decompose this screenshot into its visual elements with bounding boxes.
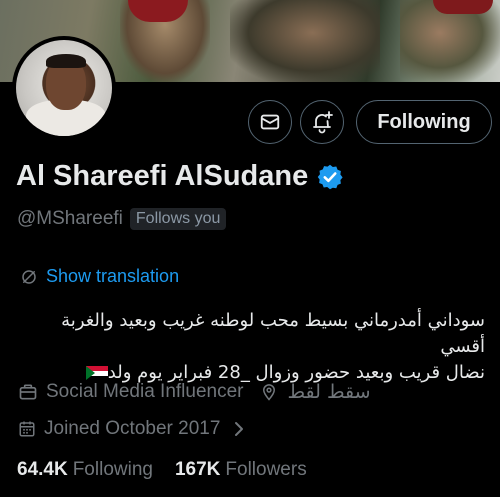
- follows-you-badge: Follows you: [129, 208, 227, 230]
- chevron-right-icon: [232, 420, 246, 438]
- display-name-text: Al Shareefi AlSudane: [16, 160, 309, 192]
- followers-stat[interactable]: 167K Followers: [175, 459, 307, 481]
- profile-location-text: سقط لقط: [287, 381, 371, 403]
- avatar-hair: [46, 54, 86, 68]
- translate-icon: [22, 269, 36, 284]
- profile-location: سقط لقط: [260, 381, 371, 403]
- user-handle: @MShareefi: [17, 208, 123, 229]
- calendar-icon: [18, 420, 36, 438]
- bell-plus-icon: [313, 111, 333, 134]
- profile-meta-row: Social Media Influencer سقط لقط: [18, 381, 371, 403]
- joined-date: Joined October 2017: [44, 418, 221, 439]
- notify-button[interactable]: [300, 100, 344, 144]
- bio: سوداني أمدرماني بسيط محب لوطنه غريب وبعي…: [15, 308, 485, 386]
- follow-stats: 64.4K Following 167K Followers: [17, 459, 307, 481]
- display-name: Al Shareefi AlSudane: [16, 160, 344, 193]
- banner-beret: [433, 0, 493, 14]
- verified-badge-icon[interactable]: [316, 163, 344, 191]
- briefcase-icon: [18, 382, 38, 402]
- bio-line: نضال قريب وبعيد حضور وزوال _28 فبراير يو…: [107, 362, 485, 383]
- avatar-image: [16, 40, 112, 136]
- sudan-flag-icon: [85, 365, 108, 381]
- avatar[interactable]: [12, 36, 116, 140]
- envelope-icon: [260, 114, 280, 130]
- profile-category: Social Media Influencer: [46, 381, 244, 402]
- following-stat[interactable]: 64.4K Following: [17, 459, 153, 481]
- following-label: Following: [72, 459, 153, 480]
- bio-line: سوداني أمدرماني بسيط محب لوطنه غريب وبعي…: [61, 310, 485, 357]
- location-pin-icon: [260, 382, 278, 402]
- message-button[interactable]: [248, 100, 292, 144]
- handle-row: @MShareefi Follows you: [17, 208, 227, 230]
- followers-label: Followers: [225, 459, 307, 480]
- following-button[interactable]: Following: [356, 100, 492, 144]
- banner-figure: [230, 0, 380, 82]
- show-translation-link[interactable]: Show translation: [20, 266, 179, 287]
- following-count: 64.4K: [17, 459, 68, 480]
- joined-row[interactable]: Joined October 2017: [18, 418, 246, 440]
- show-translation-label: Show translation: [46, 266, 180, 286]
- followers-count: 167K: [174, 459, 221, 480]
